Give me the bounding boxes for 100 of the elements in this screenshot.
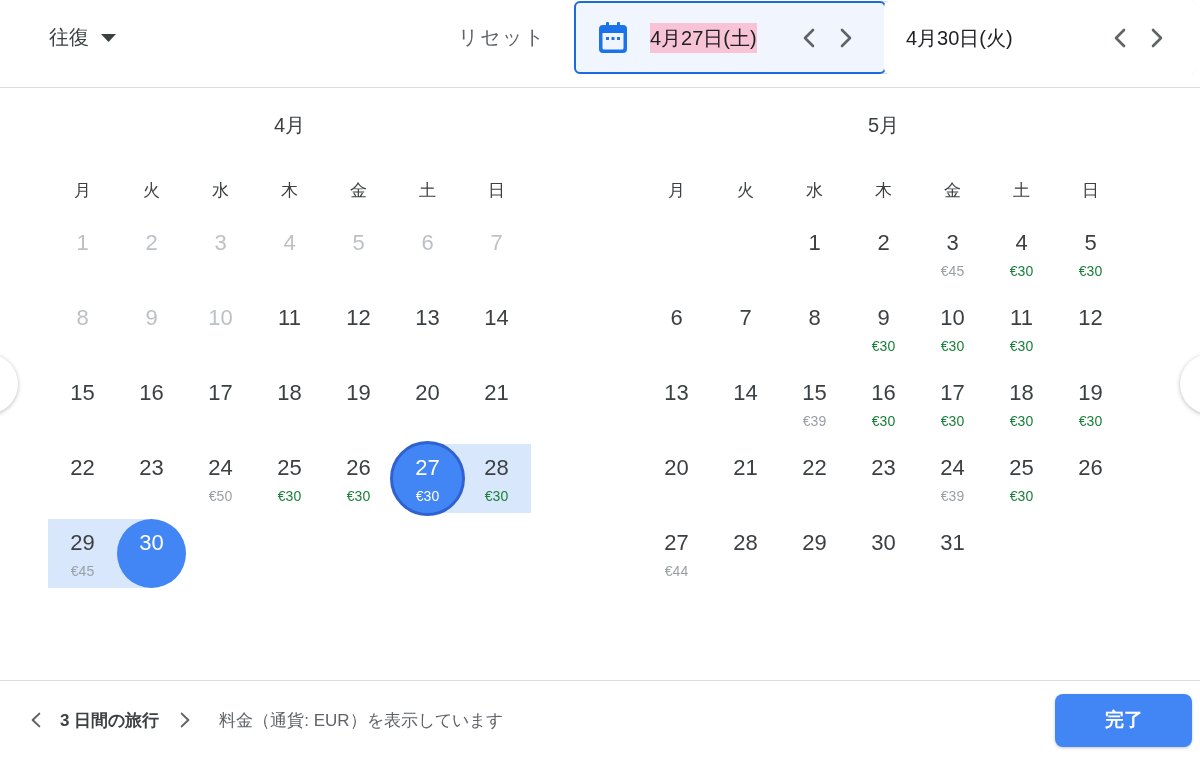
reset-button[interactable]: リセット: [450, 18, 554, 57]
weekday-label: 火: [737, 180, 754, 202]
day-number[interactable]: 12: [1078, 305, 1103, 331]
day-price: €39: [940, 488, 965, 504]
day-number[interactable]: 2: [877, 230, 890, 256]
weekday-label: 月: [74, 180, 91, 202]
day-number[interactable]: 24: [208, 455, 233, 481]
trip-length-label: 3 日間の旅行: [60, 709, 160, 732]
day-number[interactable]: 17: [208, 380, 233, 406]
day-number[interactable]: 10: [940, 305, 965, 331]
day-number: 8: [76, 305, 89, 331]
day-price: €44: [664, 563, 689, 579]
day-number[interactable]: 7: [739, 305, 752, 331]
day-price: €30: [1078, 263, 1103, 279]
day-price: €30: [940, 338, 965, 354]
day-number[interactable]: 30: [139, 530, 164, 556]
day-number[interactable]: 14: [733, 380, 758, 406]
currency-note: 料金（通貨: EUR）を表示しています: [219, 709, 503, 732]
weekday-label: 水: [806, 180, 823, 202]
day-number[interactable]: 12: [346, 305, 371, 331]
day-number: 7: [490, 230, 503, 256]
day-number: 5: [352, 230, 365, 256]
day-number: 2: [145, 230, 158, 256]
weekday-label: 水: [212, 180, 229, 202]
trip-type-dropdown[interactable]: 往復: [40, 18, 125, 57]
day-number[interactable]: 21: [484, 380, 509, 406]
day-number[interactable]: 29: [802, 530, 827, 556]
day-number[interactable]: 25: [1009, 455, 1034, 481]
day-number[interactable]: 4: [1015, 230, 1028, 256]
day-number[interactable]: 20: [415, 380, 440, 406]
day-number[interactable]: 8: [808, 305, 821, 331]
day-number[interactable]: 30: [871, 530, 896, 556]
day-number[interactable]: 17: [940, 380, 965, 406]
day-number[interactable]: 26: [346, 455, 371, 481]
day-number[interactable]: 27: [664, 530, 689, 556]
day-number[interactable]: 21: [733, 455, 758, 481]
day-number[interactable]: 28: [733, 530, 758, 556]
day-number[interactable]: 3: [946, 230, 959, 256]
day-price: €30: [484, 488, 509, 504]
day-number[interactable]: 23: [139, 455, 164, 481]
day-number[interactable]: 5: [1084, 230, 1097, 256]
done-button[interactable]: 完了: [1055, 693, 1192, 747]
day-number[interactable]: 19: [346, 380, 371, 406]
weekday-label: 日: [488, 180, 505, 202]
month-title: 4月: [273, 113, 306, 138]
day-price: €30: [415, 488, 440, 504]
day-number[interactable]: 22: [70, 455, 95, 481]
weekday-label: 火: [143, 180, 160, 202]
day-number[interactable]: 16: [139, 380, 164, 406]
chevron-right-icon: [180, 712, 191, 728]
day-number: 9: [145, 305, 158, 331]
day-number: 1: [76, 230, 89, 256]
day-number: 3: [214, 230, 227, 256]
day-price: €45: [70, 563, 95, 579]
day-number[interactable]: 15: [802, 380, 827, 406]
day-number[interactable]: 18: [277, 380, 302, 406]
day-number[interactable]: 23: [871, 455, 896, 481]
day-number[interactable]: 6: [670, 305, 683, 331]
caret-down-icon: [101, 33, 116, 42]
day-number[interactable]: 11: [278, 305, 301, 331]
day-price: €30: [277, 488, 302, 504]
weekday-label: 日: [1082, 180, 1099, 202]
weekday-label: 木: [875, 180, 892, 202]
day-number[interactable]: 24: [940, 455, 965, 481]
chevron-left-icon: [31, 712, 41, 728]
day-number[interactable]: 1: [808, 230, 821, 256]
day-number[interactable]: 9: [877, 305, 890, 331]
day-number[interactable]: 16: [871, 380, 896, 406]
day-number: 10: [208, 305, 233, 331]
weekday-label: 金: [944, 180, 961, 202]
day-number[interactable]: 20: [664, 455, 689, 481]
day-number[interactable]: 28: [484, 455, 509, 481]
day-number[interactable]: 11: [1010, 305, 1033, 331]
day-number[interactable]: 26: [1078, 455, 1103, 481]
day-price: €30: [1009, 263, 1034, 279]
day-number[interactable]: 18: [1009, 380, 1034, 406]
day-number[interactable]: 19: [1078, 380, 1103, 406]
weekday-label: 土: [1013, 180, 1030, 202]
day-number[interactable]: 31: [940, 530, 965, 556]
day-price: €30: [1009, 413, 1034, 429]
day-number[interactable]: 22: [802, 455, 827, 481]
day-price: €30: [1009, 488, 1034, 504]
month-title: 5月: [867, 113, 900, 138]
day-number[interactable]: 13: [664, 380, 689, 406]
day-number[interactable]: 27: [415, 455, 440, 481]
day-price: €50: [208, 488, 233, 504]
day-price: €39: [802, 413, 827, 429]
day-number[interactable]: 14: [484, 305, 509, 331]
day-number[interactable]: 13: [415, 305, 440, 331]
day-price: €30: [1078, 413, 1103, 429]
day-number[interactable]: 15: [70, 380, 95, 406]
weekday-label: 木: [281, 180, 298, 202]
day-price: €30: [346, 488, 371, 504]
weekday-label: 土: [419, 180, 436, 202]
day-price: €30: [940, 413, 965, 429]
day-number[interactable]: 25: [277, 455, 302, 481]
day-price: €30: [871, 413, 896, 429]
day-price: €45: [940, 263, 965, 279]
day-number[interactable]: 29: [70, 530, 95, 556]
weekday-label: 金: [350, 180, 367, 202]
